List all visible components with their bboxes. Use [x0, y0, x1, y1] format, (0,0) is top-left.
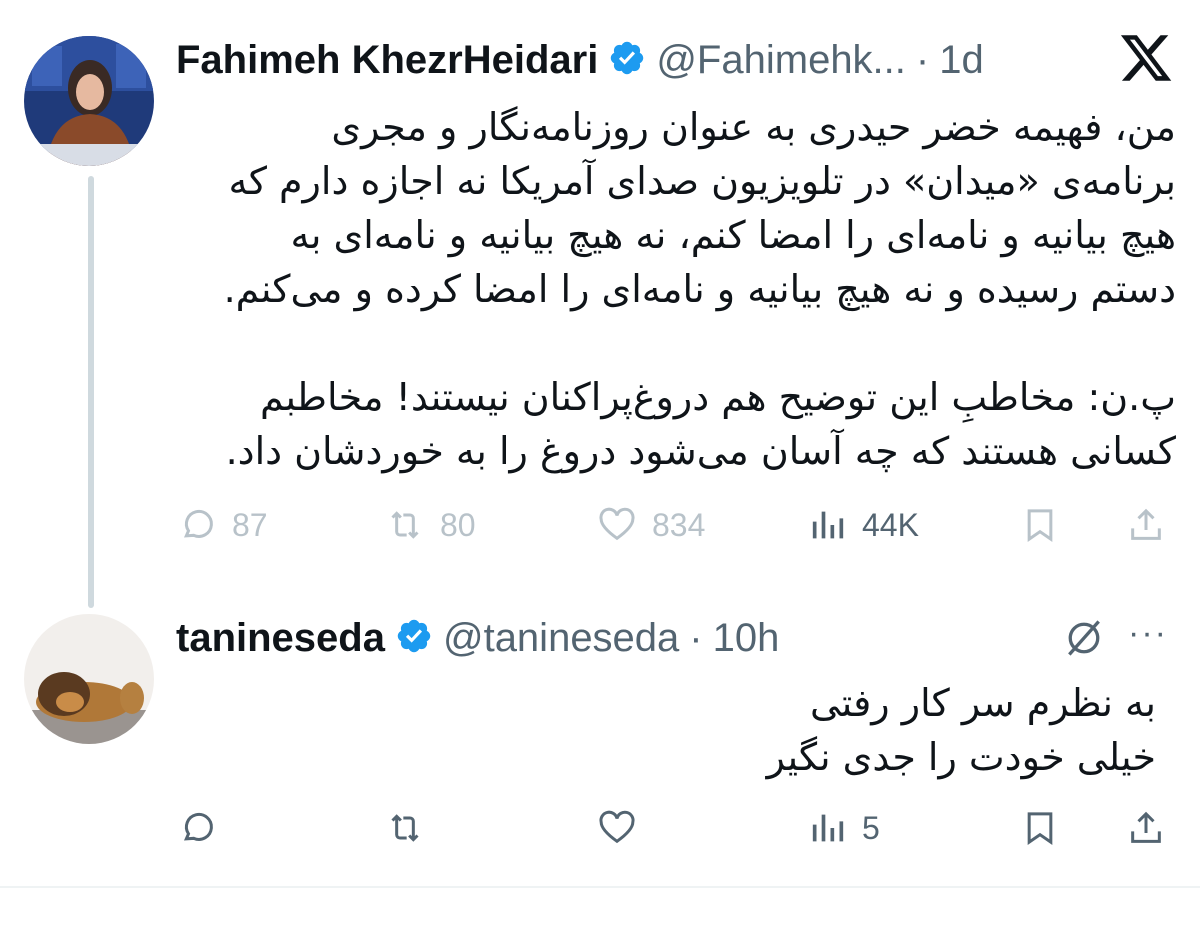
bottom-divider	[0, 886, 1200, 888]
verified-badge-icon	[608, 39, 646, 82]
like-button[interactable]: 834	[596, 505, 705, 545]
verified-badge-icon	[395, 617, 433, 660]
tweet-time[interactable]: 10h	[713, 616, 780, 661]
author-name[interactable]: Fahimeh KhezrHeidari	[176, 38, 598, 83]
x-logo-icon[interactable]	[1118, 30, 1174, 86]
retweet-count: 80	[440, 506, 476, 543]
reply-text-line: به نظرم سر کار رفتی	[810, 681, 1156, 725]
meta-separator: ·	[915, 37, 930, 82]
tweet-text-line: پ.ن: مخاطبِ این توضیح هم دروغ‌پراکنان نی…	[260, 375, 1176, 419]
author-name[interactable]: tanineseda	[176, 616, 385, 661]
like-count: 834	[652, 506, 706, 543]
grok-icon[interactable]	[1062, 616, 1106, 665]
views-button[interactable]: 5	[808, 808, 880, 848]
reply-icon	[183, 509, 213, 538]
views-count: 44K	[862, 506, 919, 543]
tweet-time[interactable]: 1d	[939, 38, 984, 83]
author-handle[interactable]: @Fahimehk...	[656, 38, 906, 83]
reply-header: tanineseda @tanineseda · 10h	[176, 614, 779, 662]
replier-avatar[interactable]	[24, 614, 154, 744]
reply-button[interactable]	[178, 808, 218, 848]
views-icon	[812, 511, 844, 539]
bookmark-icon	[1027, 812, 1053, 846]
more-options-icon[interactable]: ···	[1128, 614, 1168, 653]
thread-connector-line	[88, 176, 94, 608]
views-button[interactable]: 44K	[808, 505, 919, 545]
bookmark-icon	[1027, 509, 1053, 543]
tweet-text-line: دستم رسیده و نه هیچ بیانیه و نامه‌ای را …	[223, 267, 1176, 311]
tweet-text-line: کسانی هستند که چه آسان می‌شود دروغ را به…	[225, 429, 1176, 473]
tweet-text-line: هیچ بیانیه و نامه‌ای را امضا کنم، نه هیچ…	[290, 213, 1176, 257]
bookmark-button[interactable]	[1020, 808, 1060, 848]
like-button[interactable]	[596, 808, 638, 848]
retweet-icon	[391, 814, 419, 842]
retweet-button[interactable]	[384, 808, 426, 848]
retweet-icon	[391, 511, 419, 539]
reply-text-line: خیلی خودت را جدی نگیر	[766, 735, 1156, 779]
meta-separator: ·	[689, 615, 703, 660]
reply-count: 87	[232, 506, 268, 543]
views-count: 5	[862, 809, 880, 846]
author-handle[interactable]: @tanineseda	[443, 616, 679, 661]
share-button[interactable]	[1126, 808, 1166, 848]
heart-icon	[599, 810, 635, 844]
share-button[interactable]	[1126, 505, 1166, 545]
reply-icon	[183, 812, 213, 841]
tweet-header: Fahimeh KhezrHeidari @Fahimehk... · 1d	[176, 36, 984, 84]
retweet-button[interactable]: 80	[384, 505, 476, 545]
reply-body: به نظرم سر کار رفتی خیلی خودت را جدی نگی…	[176, 676, 1156, 784]
share-icon	[1131, 811, 1161, 843]
views-icon	[812, 814, 844, 842]
share-icon	[1131, 508, 1161, 540]
tweet-text-line: برنامه‌ی «میدان» در تلویزیون صدای آمریکا…	[228, 159, 1176, 203]
author-avatar[interactable]	[24, 36, 154, 166]
reply-button[interactable]: 87	[178, 505, 268, 545]
tweet-text-line: من، فهیمه خضر حیدری به عنوان روزنامه‌نگا…	[331, 105, 1176, 149]
heart-icon	[599, 507, 635, 541]
tweet-body: من، فهیمه خضر حیدری به عنوان روزنامه‌نگا…	[176, 100, 1176, 478]
bookmark-button[interactable]	[1020, 505, 1060, 545]
